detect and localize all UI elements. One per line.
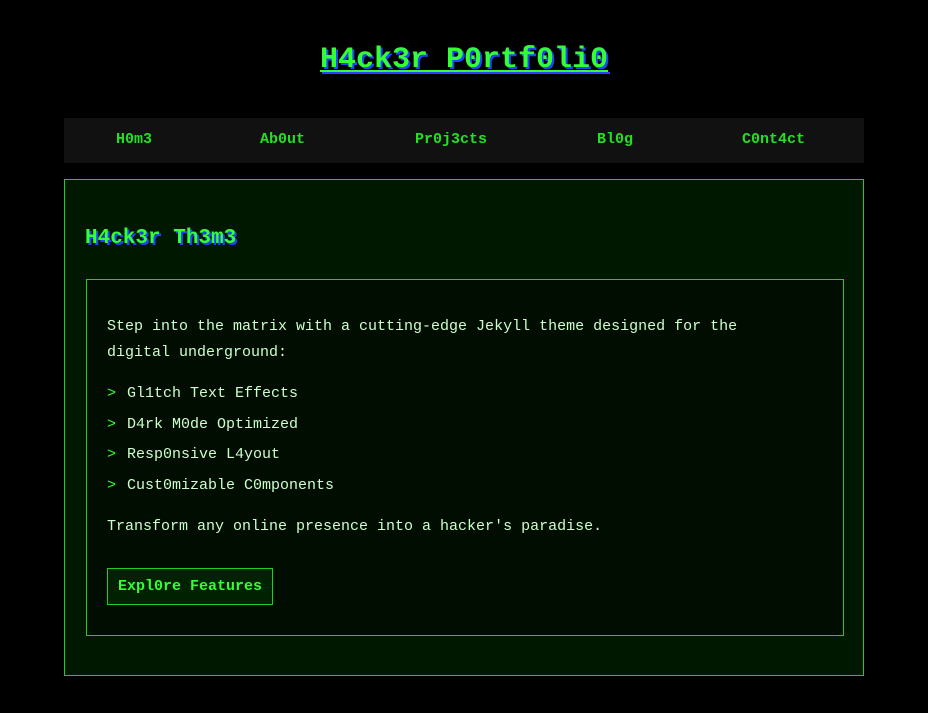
hero-title: H4ck3r Th3m3 [85, 227, 237, 250]
nav-item-projects[interactable]: Pr0j3cts [415, 118, 487, 163]
feature-list: > Gl1tch Text Effects > D4rk M0de Optimize… [107, 383, 334, 505]
chevron-right-icon: > [107, 415, 117, 433]
feature-item: > D4rk M0de Optimized [107, 414, 334, 445]
explore-features-button[interactable]: Expl0re Features [107, 568, 274, 605]
site-title[interactable]: H4ck3r P0rtf0li0 [0, 38, 928, 82]
chevron-right-icon: > [107, 446, 117, 463]
main-nav: H0m3 Ab0ut Pr0j3cts Bl0g C0nt4ct [64, 118, 864, 163]
page: H4ck3r P0rtf0li0 H0m3 Ab0ut Pr0j3cts Bl0… [0, 0, 928, 713]
nav-item-about[interactable]: Ab0ut [260, 118, 305, 163]
feature-item: > Cust0mizable C0mponents [107, 475, 334, 506]
feature-label: Resp0nsive L4yout [127, 446, 281, 463]
nav-item-blog[interactable]: Bl0g [597, 118, 633, 163]
chevron-right-icon: > [107, 476, 117, 494]
nav-item-contact[interactable]: C0nt4ct [742, 118, 805, 163]
hero-card: Step into the matrix with a cutting-edge… [86, 279, 844, 636]
feature-label: D4rk M0de Optimized [127, 415, 299, 433]
feature-item: > Gl1tch Text Effects [107, 383, 334, 414]
feature-item: > Resp0nsive L4yout [107, 444, 334, 475]
feature-label: Cust0mizable C0mponents [127, 476, 335, 494]
hero-intro: Step into the matrix with a cutting-edge… [107, 318, 738, 361]
chevron-right-icon: > [107, 385, 117, 402]
feature-label: Gl1tch Text Effects [127, 385, 299, 402]
nav-item-home[interactable]: H0m3 [116, 118, 152, 163]
hero-outro: Transform any online presence into a hac… [107, 518, 603, 535]
hero-section: H4ck3r Th3m3 Step into the matrix with a… [64, 179, 864, 676]
